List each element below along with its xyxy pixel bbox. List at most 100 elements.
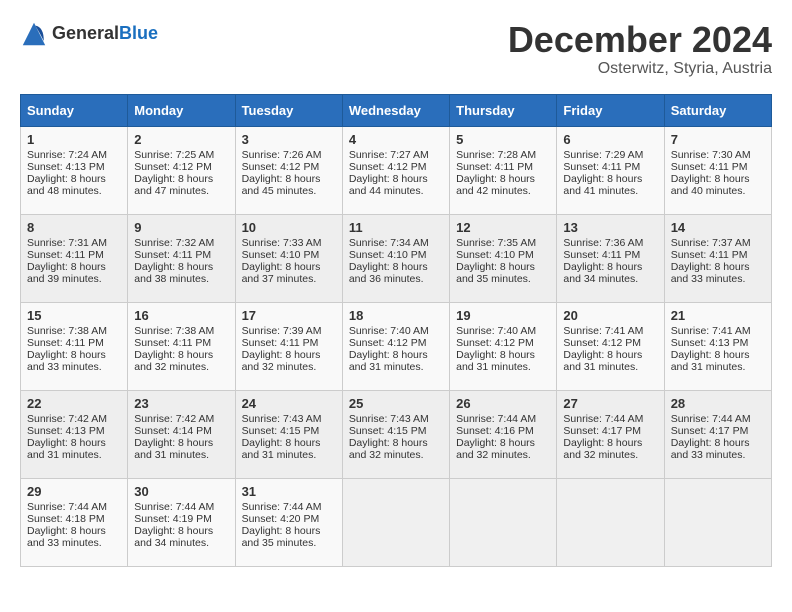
sunrise-text: Sunrise: 7:44 AM bbox=[456, 413, 536, 425]
table-cell: 30Sunrise: 7:44 AMSunset: 4:19 PMDayligh… bbox=[128, 478, 235, 566]
table-cell: 16Sunrise: 7:38 AMSunset: 4:11 PMDayligh… bbox=[128, 302, 235, 390]
calendar-row: 15 Sunrise: 7:38 AM Sunset: 4:11 PM Dayligh… bbox=[21, 302, 772, 390]
table-cell: 10Sunrise: 7:33 AMSunset: 4:10 PMDayligh… bbox=[235, 214, 342, 302]
sunset-text: Sunset: 4:15 PM bbox=[242, 425, 320, 437]
sunset-text: Sunset: 4:11 PM bbox=[563, 161, 640, 173]
sunset-text: Sunset: 4:12 PM bbox=[349, 161, 427, 173]
sunrise-text: Sunrise: 7:34 AM bbox=[349, 237, 429, 249]
day-number: 6 bbox=[563, 132, 657, 147]
daylight-text: Daylight: 8 hours and 33 minutes. bbox=[27, 525, 106, 549]
table-cell bbox=[664, 478, 771, 566]
daylight-text: Daylight: 8 hours and 31 minutes. bbox=[563, 349, 642, 373]
sunset-text: Sunset: 4:20 PM bbox=[242, 513, 320, 525]
sunrise-text: Sunrise: 7:24 AM bbox=[27, 149, 107, 161]
table-cell: 9Sunrise: 7:32 AMSunset: 4:11 PMDaylight… bbox=[128, 214, 235, 302]
day-number: 15 bbox=[27, 308, 121, 323]
table-cell: 1 Sunrise: 7:24 AMSunset: 4:13 PMDaylight… bbox=[21, 126, 128, 214]
daylight-text: Daylight: 8 hours and 40 minutes. bbox=[671, 173, 750, 197]
sunrise-text: Sunrise: 7:30 AM bbox=[671, 149, 751, 161]
sunrise-text: Sunrise: 7:44 AM bbox=[671, 413, 751, 425]
sunrise-text: Sunrise: 7:44 AM bbox=[242, 501, 322, 513]
sunset-text: Sunset: 4:19 PM bbox=[134, 513, 212, 525]
day-number: 9 bbox=[134, 220, 228, 235]
daylight-text: Daylight: 8 hours and 47 minutes. bbox=[134, 173, 213, 197]
calendar-body: 1Sunrise: 7:24 AMSunset: 4:13 PMDaylight… bbox=[21, 126, 772, 566]
table-cell: 15Sunrise: 7:38 AMSunset: 4:11 PMDayligh… bbox=[21, 302, 128, 390]
daylight-text: Daylight: 8 hours and 33 minutes. bbox=[671, 261, 750, 285]
header-thursday: Thursday bbox=[450, 94, 557, 126]
daylight-text: Daylight: 8 hours and 31 minutes. bbox=[349, 349, 428, 373]
table-cell: 19Sunrise: 7:40 AMSunset: 4:12 PMDayligh… bbox=[450, 302, 557, 390]
sunset-text: Sunset: 4:13 PM bbox=[27, 161, 105, 173]
day-number: 2 bbox=[134, 132, 228, 147]
sunrise-text: Sunrise: 7:44 AM bbox=[134, 501, 214, 513]
day-number: 27 bbox=[563, 396, 657, 411]
sunset-text: Sunset: 4:12 PM bbox=[242, 161, 320, 173]
daylight-text: Daylight: 8 hours and 48 minutes. bbox=[27, 173, 106, 197]
sunset-text: Sunset: 4:18 PM bbox=[27, 513, 105, 525]
table-cell: 12Sunrise: 7:35 AMSunset: 4:10 PMDayligh… bbox=[450, 214, 557, 302]
table-cell: 29Sunrise: 7:44 AMSunset: 4:18 PMDayligh… bbox=[21, 478, 128, 566]
daylight-text: Daylight: 8 hours and 31 minutes. bbox=[134, 437, 213, 461]
day-number: 1 bbox=[27, 132, 121, 147]
location-subtitle: Osterwitz, Styria, Austria bbox=[508, 60, 772, 78]
sunrise-text: Sunrise: 7:38 AM bbox=[27, 325, 107, 337]
day-number: 18 bbox=[349, 308, 443, 323]
calendar-row: 8Sunrise: 7:31 AMSunset: 4:11 PMDaylight… bbox=[21, 214, 772, 302]
sunset-text: Sunset: 4:11 PM bbox=[671, 161, 748, 173]
table-cell: 3 Sunrise: 7:26 AMSunset: 4:12 PMDaylight… bbox=[235, 126, 342, 214]
sunrise-text: Sunrise: 7:43 AM bbox=[349, 413, 429, 425]
day-number: 3 bbox=[242, 132, 336, 147]
table-cell: 24Sunrise: 7:43 AMSunset: 4:15 PMDayligh… bbox=[235, 390, 342, 478]
table-cell: 23Sunrise: 7:42 AMSunset: 4:14 PMDayligh… bbox=[128, 390, 235, 478]
daylight-text: Daylight: 8 hours and 41 minutes. bbox=[563, 173, 642, 197]
daylight-text: Daylight: 8 hours and 35 minutes. bbox=[242, 525, 321, 549]
table-cell: 17Sunrise: 7:39 AMSunset: 4:11 PMDayligh… bbox=[235, 302, 342, 390]
daylight-text: Daylight: 8 hours and 31 minutes. bbox=[242, 437, 321, 461]
day-number: 13 bbox=[563, 220, 657, 235]
table-cell: 21Sunrise: 7:41 AMSunset: 4:13 PMDayligh… bbox=[664, 302, 771, 390]
day-number: 16 bbox=[134, 308, 228, 323]
logo: GeneralBlue bbox=[20, 20, 158, 48]
sunset-text: Sunset: 4:11 PM bbox=[27, 249, 104, 261]
sunset-text: Sunset: 4:10 PM bbox=[242, 249, 320, 261]
daylight-text: Daylight: 8 hours and 32 minutes. bbox=[563, 437, 642, 461]
sunrise-text: Sunrise: 7:40 AM bbox=[349, 325, 429, 337]
sunset-text: Sunset: 4:11 PM bbox=[242, 337, 319, 349]
daylight-text: Daylight: 8 hours and 31 minutes. bbox=[456, 349, 535, 373]
daylight-text: Daylight: 8 hours and 42 minutes. bbox=[456, 173, 535, 197]
day-number: 8 bbox=[27, 220, 121, 235]
daylight-text: Daylight: 8 hours and 39 minutes. bbox=[27, 261, 106, 285]
sunrise-text: Sunrise: 7:26 AM bbox=[242, 149, 322, 161]
day-number: 5 bbox=[456, 132, 550, 147]
table-cell: 27Sunrise: 7:44 AMSunset: 4:17 PMDayligh… bbox=[557, 390, 664, 478]
sunrise-text: Sunrise: 7:29 AM bbox=[563, 149, 643, 161]
logo-icon bbox=[20, 20, 48, 48]
day-number: 14 bbox=[671, 220, 765, 235]
table-cell: 25Sunrise: 7:43 AMSunset: 4:15 PMDayligh… bbox=[342, 390, 449, 478]
day-number: 23 bbox=[134, 396, 228, 411]
sunset-text: Sunset: 4:11 PM bbox=[456, 161, 533, 173]
table-cell: 6 Sunrise: 7:29 AMSunset: 4:11 PMDaylight… bbox=[557, 126, 664, 214]
day-number: 19 bbox=[456, 308, 550, 323]
header-row: Sunday Monday Tuesday Wednesday Thursday… bbox=[21, 94, 772, 126]
header-wednesday: Wednesday bbox=[342, 94, 449, 126]
day-number: 28 bbox=[671, 396, 765, 411]
daylight-text: Daylight: 8 hours and 31 minutes. bbox=[671, 349, 750, 373]
sunset-text: Sunset: 4:12 PM bbox=[134, 161, 212, 173]
sunset-text: Sunset: 4:16 PM bbox=[456, 425, 534, 437]
sunrise-text: Sunrise: 7:33 AM bbox=[242, 237, 322, 249]
sunrise-text: Sunrise: 7:44 AM bbox=[27, 501, 107, 513]
sunrise-text: Sunrise: 7:44 AM bbox=[563, 413, 643, 425]
header-tuesday: Tuesday bbox=[235, 94, 342, 126]
table-cell: 5Sunrise: 7:28 AMSunset: 4:11 PMDaylight… bbox=[450, 126, 557, 214]
daylight-text: Daylight: 8 hours and 34 minutes. bbox=[563, 261, 642, 285]
sunset-text: Sunset: 4:12 PM bbox=[349, 337, 427, 349]
table-cell: 11Sunrise: 7:34 AMSunset: 4:10 PMDayligh… bbox=[342, 214, 449, 302]
sunset-text: Sunset: 4:14 PM bbox=[134, 425, 212, 437]
day-number: 30 bbox=[134, 484, 228, 499]
sunrise-text: Sunrise: 7:35 AM bbox=[456, 237, 536, 249]
daylight-text: Daylight: 8 hours and 45 minutes. bbox=[242, 173, 321, 197]
sunrise-text: Sunrise: 7:43 AM bbox=[242, 413, 322, 425]
table-cell: 20Sunrise: 7:41 AMSunset: 4:12 PMDayligh… bbox=[557, 302, 664, 390]
